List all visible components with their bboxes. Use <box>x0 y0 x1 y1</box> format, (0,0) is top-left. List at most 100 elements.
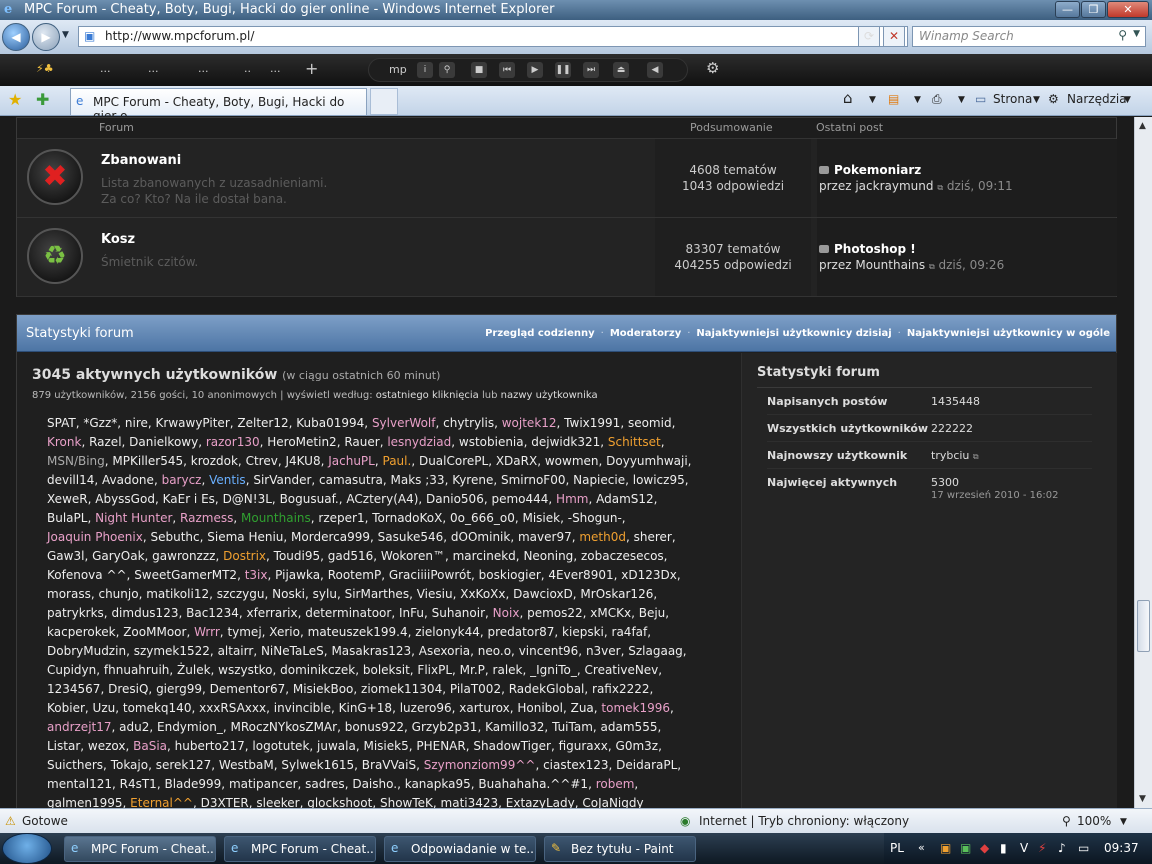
active-user-link[interactable]: InFu <box>399 606 424 620</box>
active-user-link[interactable]: galmen1995 <box>47 796 123 808</box>
active-user-link[interactable]: wszystko <box>218 663 272 677</box>
active-user-link[interactable]: BulaPL <box>47 511 87 525</box>
search-icon[interactable]: ⚲ <box>1118 28 1127 42</box>
last-post-author[interactable]: przez jackraymund <box>819 179 934 193</box>
active-user-link[interactable]: Zua <box>571 701 594 715</box>
active-user-link[interactable]: 1234567 <box>47 682 100 696</box>
vertical-scrollbar[interactable]: ▲ ▼ <box>1134 117 1152 808</box>
page-dropdown-icon[interactable]: ▼ <box>1033 95 1040 105</box>
sort-name-link[interactable]: nazwy użytkownika <box>501 390 598 401</box>
active-user-link[interactable]: Danio506 <box>426 492 484 506</box>
active-user-link[interactable]: lowicz95 <box>633 473 685 487</box>
active-user-link[interactable]: Eternal^^ <box>130 796 193 808</box>
active-user-link[interactable]: Neoning <box>523 549 573 563</box>
active-user-link[interactable]: rzeper1 <box>318 511 364 525</box>
active-user-link[interactable]: Misiek5 <box>363 739 408 753</box>
active-user-link[interactable]: Daisho. <box>352 777 397 791</box>
page-menu[interactable]: Strona <box>993 92 1032 106</box>
active-user-link[interactable]: Razel <box>89 435 121 449</box>
active-user-link[interactable]: wezox <box>88 739 126 753</box>
active-user-link[interactable]: Dostrix <box>223 549 266 563</box>
tools-menu[interactable]: Narzędzia <box>1067 92 1127 106</box>
goto-post-icon[interactable]: ⧉ <box>937 183 943 192</box>
active-user-link[interactable]: camasutra <box>319 473 383 487</box>
info-icon[interactable]: i <box>417 62 433 78</box>
active-user-link[interactable]: G0m3z <box>616 739 659 753</box>
active-user-link[interactable]: DeidaraPL <box>616 758 677 772</box>
active-user-link[interactable]: Cupidyn <box>47 663 96 677</box>
back-button[interactable]: ◀ <box>2 23 30 51</box>
active-user-link[interactable]: Suhanoir <box>432 606 485 620</box>
active-user-link[interactable]: Ventis <box>209 473 246 487</box>
active-user-link[interactable]: ziomek11304 <box>361 682 442 696</box>
active-user-link[interactable]: DawcioxD <box>513 587 573 601</box>
active-user-link[interactable]: neo.o <box>478 644 511 658</box>
active-user-link[interactable]: Razmess <box>180 511 233 525</box>
search-dropdown-icon[interactable]: ▼ <box>1133 29 1140 39</box>
active-user-link[interactable]: Szlagaag <box>628 644 683 658</box>
active-user-link[interactable]: dimdus123 <box>111 606 178 620</box>
active-user-link[interactable]: D3XTER <box>201 796 249 808</box>
active-user-link[interactable]: Beju <box>639 606 666 620</box>
active-user-link[interactable]: devill14 <box>47 473 94 487</box>
active-user-link[interactable]: vincent96 <box>519 644 579 658</box>
forward-button[interactable]: ▶ <box>32 23 60 51</box>
daily-overview-link[interactable]: Przegląd codzienny <box>485 328 595 339</box>
home-icon[interactable]: ⌂ <box>843 89 853 107</box>
active-user-link[interactable]: Blade999 <box>164 777 221 791</box>
active-user-link[interactable]: DresiQ <box>108 682 148 696</box>
active-user-link[interactable]: Mr.P <box>460 663 485 677</box>
active-user-link[interactable]: mati3423 <box>441 796 499 808</box>
active-user-link[interactable]: logotutek <box>252 739 309 753</box>
sort-last-click-link[interactable]: ostatniego kliknięcia <box>376 390 479 401</box>
toolbar-menu-3[interactable]: ... <box>198 62 209 75</box>
active-user-link[interactable]: mental121 <box>47 777 112 791</box>
tools-dropdown-icon[interactable]: ▼ <box>1124 95 1131 105</box>
active-user-link[interactable]: figuraxx <box>559 739 608 753</box>
active-user-link[interactable]: KaEr i Es <box>163 492 215 506</box>
active-user-link[interactable]: barycz <box>162 473 202 487</box>
active-user-link[interactable]: luzero96 <box>400 701 452 715</box>
active-user-link[interactable]: sherer <box>634 530 672 544</box>
active-user-link[interactable]: gawronzzz <box>152 549 215 563</box>
active-user-link[interactable]: Grzyb2p31 <box>412 720 478 734</box>
tray-network-icon[interactable]: ▣ <box>960 841 971 855</box>
taskbar-button-mpc-1[interactable]: e MPC Forum - Cheat... <box>64 836 216 862</box>
active-user-link[interactable]: kanapka95 <box>405 777 471 791</box>
taskbar-button-paint[interactable]: ✎ Bez tytułu - Paint <box>544 836 696 862</box>
active-user-link[interactable]: ciastex123 <box>543 758 608 772</box>
search-input[interactable]: Winamp Search ⚲ ▼ <box>912 26 1146 47</box>
active-user-link[interactable]: lesnydziad <box>387 435 451 449</box>
active-user-link[interactable]: Hmm <box>556 492 588 506</box>
active-user-link[interactable]: Tokajo <box>111 758 148 772</box>
security-zone[interactable]: Internet | Tryb chroniony: włączony <box>699 814 909 828</box>
active-user-link[interactable]: JachuPL <box>328 454 375 468</box>
active-user-link[interactable]: adam555 <box>601 720 658 734</box>
active-user-link[interactable]: SweetGamerMT2 <box>134 568 237 582</box>
settings-gear-icon[interactable]: ⚙ <box>706 59 719 77</box>
active-user-link[interactable]: ZooMMoor <box>123 625 186 639</box>
active-user-link[interactable]: Noix <box>493 606 520 620</box>
new-tab-button[interactable] <box>370 88 398 115</box>
taskbar-button-mpc-2[interactable]: e MPC Forum - Cheat... <box>224 836 376 862</box>
favorites-star-icon[interactable]: ★ <box>8 90 22 109</box>
active-user-link[interactable]: BaSia <box>133 739 167 753</box>
active-user-link[interactable]: dejwidk321 <box>531 435 600 449</box>
last-post-title[interactable]: Pokemoniarz <box>834 163 921 177</box>
active-user-link[interactable]: SmirnoF00 <box>501 473 565 487</box>
active-user-link[interactable]: sadres <box>305 777 345 791</box>
active-user-link[interactable]: marcinekd <box>453 549 516 563</box>
active-user-link[interactable]: invincible <box>274 701 331 715</box>
active-user-link[interactable]: SirVander <box>253 473 311 487</box>
active-user-link[interactable]: MRoczNYkosZMAr <box>231 720 338 734</box>
active-user-link[interactable]: Uzu <box>93 701 116 715</box>
active-user-link[interactable]: TornadoKoX <box>372 511 442 525</box>
tray-monitor-icon[interactable]: ▭ <box>1078 841 1089 855</box>
active-user-link[interactable]: patrykrks <box>47 606 104 620</box>
active-user-link[interactable]: ACztery(A4) <box>346 492 418 506</box>
active-user-link[interactable]: razor130 <box>206 435 260 449</box>
active-user-link[interactable]: dOOminik <box>451 530 510 544</box>
active-user-link[interactable]: XeweR <box>47 492 88 506</box>
newest-user-link[interactable]: trybciu <box>931 449 969 462</box>
previous-icon[interactable]: ⏮ <box>499 62 515 78</box>
